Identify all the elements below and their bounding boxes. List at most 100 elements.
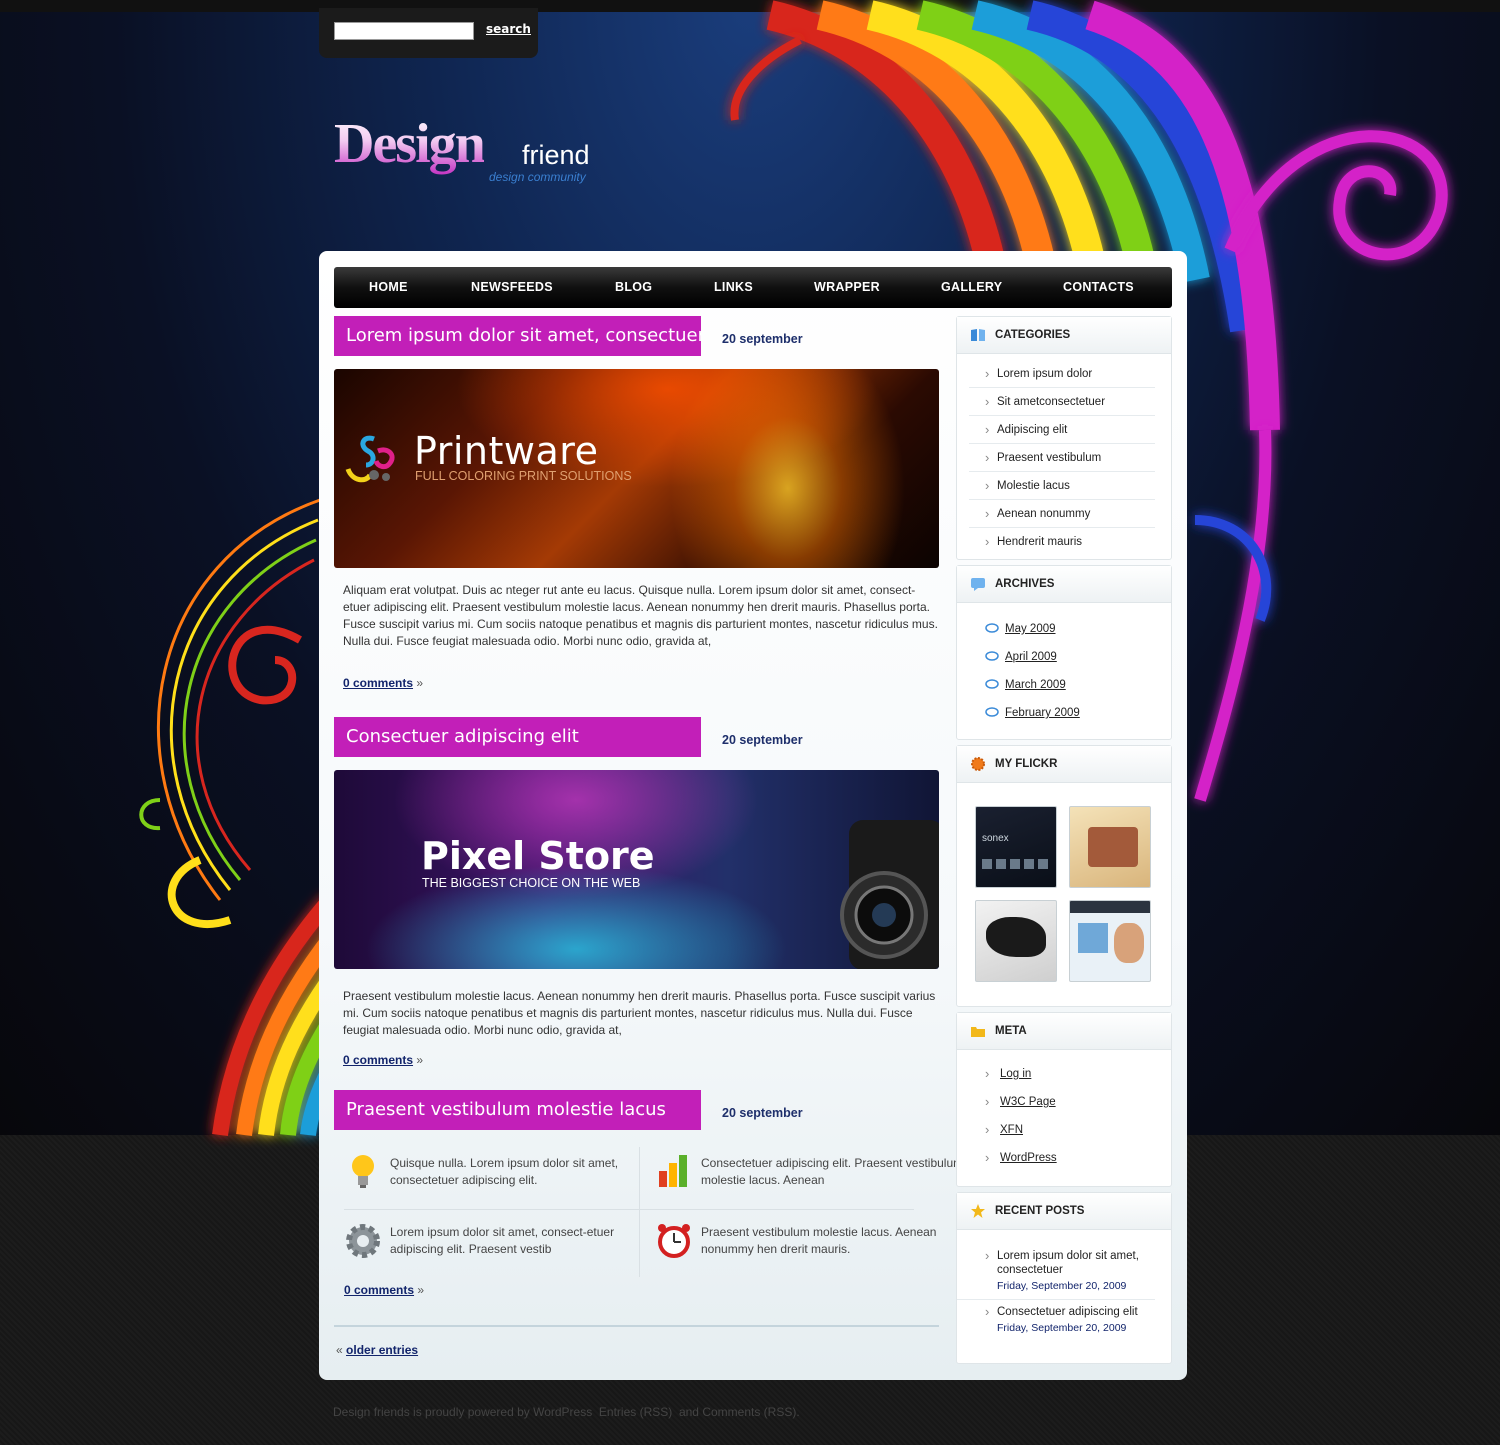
post-date: 20 september — [722, 733, 803, 747]
comments-rss-link[interactable]: Comments (RSS). — [702, 1405, 799, 1419]
widget-title: CATEGORIES — [957, 317, 1171, 354]
speech-bubble-icon — [985, 707, 999, 717]
bar-chart-icon — [659, 1155, 687, 1187]
meta-link-login[interactable]: Log in — [957, 1060, 1171, 1088]
folder-icon — [971, 1027, 985, 1037]
search-input[interactable] — [334, 22, 474, 40]
recent-posts-widget: RECENT POSTS Lorem ipsum dolor sit amet,… — [956, 1192, 1172, 1364]
post-title[interactable]: Consectuer adipiscing elit — [334, 717, 701, 757]
footer-text: Design friends is proudly powered by Wor… — [333, 1405, 593, 1419]
thumb-label: sonex — [982, 833, 1009, 844]
post-date: 20 september — [722, 332, 803, 346]
raquo: » — [417, 1283, 425, 1297]
search-button[interactable]: search — [486, 22, 531, 36]
main-container: HOME NEWSFEEDS BLOG LINKS WRAPPER GALLER… — [319, 251, 1187, 1380]
flickr-thumb[interactable] — [1069, 806, 1151, 888]
category-item[interactable]: Aenean nonummy — [969, 500, 1155, 528]
archive-label: April 2009 — [1005, 651, 1057, 663]
category-item[interactable]: Praesent vestibulum — [969, 444, 1155, 472]
top-bar — [0, 0, 1500, 12]
category-list: Lorem ipsum dolor Sit ametconsectetuer A… — [957, 354, 1171, 556]
post-banner-pixel-store[interactable]: Pixel Store THE BIGGEST CHOICE ON THE WE… — [334, 770, 939, 969]
post-comments: 0 comments » — [343, 676, 423, 690]
meta-list: Log in W3C Page XFN WordPress — [957, 1050, 1171, 1172]
feature-text: Praesent vestibulum molestie lacus. Aene… — [701, 1225, 937, 1256]
footer: Design friends is proudly powered by Wor… — [333, 1405, 800, 1419]
gear-icon — [346, 1224, 380, 1258]
speech-bubble-icon — [985, 623, 999, 633]
post-excerpt: Praesent vestibulum molestie lacus. Aene… — [343, 989, 936, 1037]
recent-posts-list: Lorem ipsum dolor sit amet, consectetuer… — [957, 1230, 1171, 1341]
widget-title: ARCHIVES — [957, 566, 1171, 603]
banner-title: Pixel Store — [421, 834, 655, 878]
category-item[interactable]: Molestie lacus — [969, 472, 1155, 500]
meta-link-wordpress[interactable]: WordPress — [957, 1144, 1171, 1172]
archives-widget: ARCHIVES May 2009 April 2009 March 2009 … — [956, 565, 1172, 740]
flickr-widget: MY FLICKR sonex — [956, 745, 1172, 1007]
lightbulb-icon — [352, 1155, 374, 1188]
post-title[interactable]: Praesent vestibulum molestie lacus — [334, 1090, 701, 1130]
recent-post-title: Consectetuer adipiscing elit — [997, 1306, 1138, 1318]
flickr-icon — [971, 757, 985, 771]
category-item[interactable]: Adipiscing elit — [969, 416, 1155, 444]
older-entries-link[interactable]: older entries — [346, 1343, 418, 1357]
flickr-thumb[interactable] — [1069, 900, 1151, 982]
post-banner-printware[interactable]: Printware FULL COLORING PRINT SOLUTIONS — [334, 369, 939, 568]
speech-bubble-icon — [985, 679, 999, 689]
flickr-thumb[interactable] — [975, 900, 1057, 982]
nav-blog[interactable]: BLOG — [615, 267, 652, 308]
star-icon — [971, 1204, 985, 1218]
feature-text: Quisque nulla. Lorem ipsum dolor sit ame… — [390, 1156, 619, 1187]
book-icon — [971, 329, 985, 341]
meta-link-xfn[interactable]: XFN — [957, 1116, 1171, 1144]
post-date: 20 september — [722, 1106, 803, 1120]
chat-bubble-icon — [971, 578, 985, 591]
feature-text: Lorem ipsum dolor sit amet, consect-etue… — [390, 1225, 615, 1256]
archive-item[interactable]: April 2009 — [957, 643, 1171, 671]
nav-contacts[interactable]: CONTACTS — [1063, 267, 1134, 308]
comments-link[interactable]: 0 comments — [344, 1283, 414, 1297]
comments-link[interactable]: 0 comments — [343, 1053, 413, 1067]
content-divider — [334, 1325, 939, 1327]
archive-item[interactable]: February 2009 — [957, 699, 1171, 727]
logo-friend-text: friend — [522, 140, 590, 170]
nav-newsfeeds[interactable]: NEWSFEEDS — [471, 267, 553, 308]
post-title[interactable]: Lorem ipsum dolor sit amet, consectuer — [334, 316, 701, 356]
raquo: » — [416, 676, 424, 690]
widget-title: MY FLICKR — [957, 746, 1171, 783]
flickr-thumb[interactable]: sonex — [975, 806, 1057, 888]
category-item[interactable]: Sit ametconsectetuer — [969, 388, 1155, 416]
widget-title-text: CATEGORIES — [995, 329, 1071, 341]
banner-subtitle: THE BIGGEST CHOICE ON THE WEB — [422, 876, 641, 890]
nav-home[interactable]: HOME — [369, 267, 408, 308]
entries-rss-link[interactable]: Entries (RSS) — [599, 1405, 672, 1419]
site-logo[interactable]: Design friend design community — [334, 112, 614, 192]
widget-title: RECENT POSTS — [957, 1193, 1171, 1230]
footer-and: and — [678, 1405, 699, 1419]
feature-item: Praesent vestibulum molestie lacus. Aene… — [658, 1224, 971, 1258]
category-item[interactable]: Lorem ipsum dolor — [969, 360, 1155, 388]
archive-label: May 2009 — [1005, 623, 1056, 635]
category-item[interactable]: Hendrerit mauris — [969, 528, 1155, 556]
archive-item[interactable]: May 2009 — [957, 615, 1171, 643]
camera-icon — [840, 820, 939, 969]
recent-post-date: Friday, September 20, 2009 — [997, 1322, 1127, 1334]
banner-subtitle: FULL COLORING PRINT SOLUTIONS — [415, 469, 632, 483]
archive-item[interactable]: March 2009 — [957, 671, 1171, 699]
laquo: « — [336, 1343, 343, 1357]
search-bar: search — [319, 8, 538, 58]
recent-post-item[interactable]: Lorem ipsum dolor sit amet, consectetuer… — [957, 1244, 1155, 1300]
alarm-clock-icon — [658, 1224, 690, 1258]
comments-link[interactable]: 0 comments — [343, 676, 413, 690]
widget-title-text: RECENT POSTS — [995, 1205, 1085, 1217]
banner-title: Printware — [414, 429, 599, 473]
widget-title-text: ARCHIVES — [995, 578, 1055, 590]
raquo: » — [416, 1053, 424, 1067]
meta-link-w3c[interactable]: W3C Page — [957, 1088, 1171, 1116]
nav-gallery[interactable]: GALLERY — [941, 267, 1002, 308]
recent-post-item[interactable]: Consectetuer adipiscing elit Friday, Sep… — [957, 1300, 1155, 1341]
nav-wrapper[interactable]: WRAPPER — [814, 267, 880, 308]
nav-links[interactable]: LINKS — [714, 267, 753, 308]
logo-tagline: design community — [489, 170, 586, 184]
archive-label: March 2009 — [1005, 679, 1066, 691]
